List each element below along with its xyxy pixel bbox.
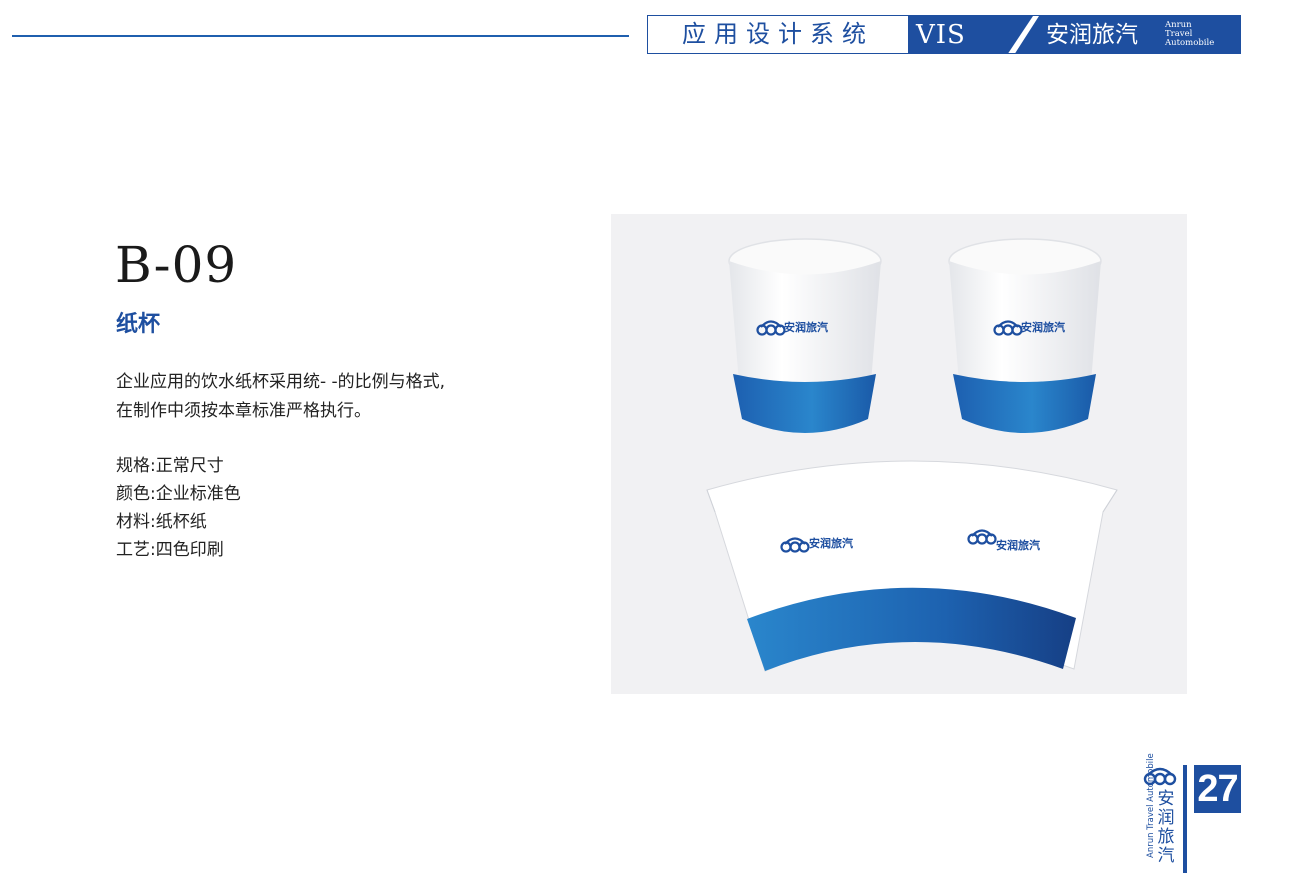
page-number: 27 <box>1194 765 1241 813</box>
footer-brand-name: 安润旅汽 <box>1157 789 1175 866</box>
footer-brand-en: Anrun Travel Automobile <box>1146 753 1156 858</box>
header-brand-name: 安润旅汽 <box>1046 22 1138 48</box>
header-brand-en: Anrun Travel Automobile <box>1165 21 1237 48</box>
section-title: 应用设计系统 <box>682 20 874 48</box>
paper-cup-mockup: 安润旅汽 安润旅汽 安润旅汽 安润旅汽 <box>611 214 1187 694</box>
spec-process: 工艺:四色印刷 <box>116 540 224 560</box>
header-vis: VIS <box>916 20 966 50</box>
svg-text:安润旅汽: 安润旅汽 <box>1021 320 1065 334</box>
paper-cup-mockup-icon: 安润旅汽 安润旅汽 安润旅汽 安润旅汽 <box>706 238 1118 672</box>
item-code: B-09 <box>115 236 238 294</box>
item-description: 企业应用的饮水纸杯采用统- -的比例与格式,在制作中须按本章标准严格执行。 <box>116 372 446 421</box>
svg-text:安润旅汽: 安润旅汽 <box>996 538 1040 552</box>
header-brand-en-line: Automobile <box>1165 38 1215 48</box>
spec-material: 材料:纸杯纸 <box>116 512 207 532</box>
header-rule <box>12 35 629 37</box>
footer-divider <box>1183 765 1187 873</box>
header-banner: 应用设计系统 VIS 安润旅汽 Anrun Travel Automobile <box>647 15 1241 54</box>
item-name: 纸杯 <box>116 312 161 337</box>
spec-size: 规格:正常尺寸 <box>116 456 224 476</box>
spec-color: 颜色:企业标准色 <box>116 484 241 504</box>
svg-text:安润旅汽: 安润旅汽 <box>809 536 853 550</box>
svg-text:安润旅汽: 安润旅汽 <box>784 320 828 334</box>
spec-list: 规格:正常尺寸 颜色:企业标准色 材料:纸杯纸 工艺:四色印刷 <box>116 452 241 564</box>
